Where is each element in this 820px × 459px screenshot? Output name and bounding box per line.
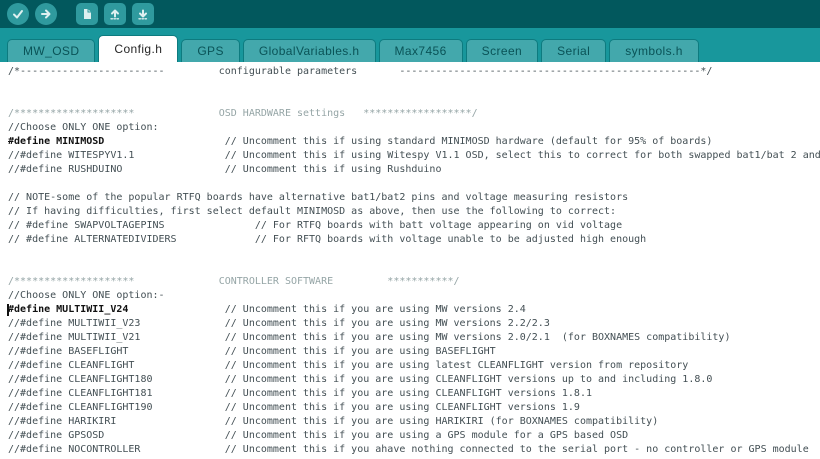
tab-config-h[interactable]: Config.h <box>98 35 178 62</box>
code-line: //#define CLEANFLIGHT180 // Uncomment th… <box>8 373 820 387</box>
code-line <box>8 261 820 275</box>
code-line <box>8 79 820 93</box>
code-line: //#define MULTIWII_V23 // Uncomment this… <box>8 317 820 331</box>
tab-gps[interactable]: GPS <box>181 39 240 62</box>
code-line: /******************** OSD HARDWARE setti… <box>8 107 820 121</box>
tab-globalvariables-h[interactable]: GlobalVariables.h <box>243 39 376 62</box>
code-line: //#define CLEANFLIGHT // Uncomment this … <box>8 359 820 373</box>
text-caret <box>7 304 9 316</box>
code-line <box>8 247 820 261</box>
upload-button[interactable] <box>35 3 57 25</box>
code-line: //#define NOCONTROLLER // Uncomment this… <box>8 443 820 457</box>
code-line: //Choose ONLY ONE option: <box>8 121 820 135</box>
save-button[interactable] <box>132 3 154 25</box>
document-icon <box>80 7 94 21</box>
new-sketch-button[interactable] <box>76 3 98 25</box>
code-line: //#define GPSOSD // Uncomment this if yo… <box>8 429 820 443</box>
code-line <box>8 177 820 191</box>
code-line: //Choose ONLY ONE option:- <box>8 289 820 303</box>
tab-symbols-h[interactable]: symbols.h <box>609 39 699 62</box>
code-line: // If having difficulties, first select … <box>8 205 820 219</box>
code-line: // #define ALTERNATEDIVIDERS // For RFTQ… <box>8 233 820 247</box>
code-area: /*------------------------ configurable … <box>0 62 820 457</box>
code-line: //#define CLEANFLIGHT181 // Uncomment th… <box>8 387 820 401</box>
open-button[interactable] <box>104 3 126 25</box>
code-line: //#define CLEANFLIGHT190 // Uncomment th… <box>8 401 820 415</box>
code-line <box>8 93 820 107</box>
code-line: #define MULTIWII_V24 // Uncomment this i… <box>8 303 820 317</box>
tab-mw-osd[interactable]: MW_OSD <box>7 39 95 62</box>
toolbar <box>0 0 820 28</box>
code-line: //#define BASEFLIGHT // Uncomment this i… <box>8 345 820 359</box>
code-line: //#define RUSHDUINO // Uncomment this if… <box>8 163 820 177</box>
tab-bar: MW_OSDConfig.hGPSGlobalVariables.hMax745… <box>0 28 820 62</box>
code-line: // #define SWAPVOLTAGEPINS // For RTFQ b… <box>8 219 820 233</box>
check-icon <box>11 7 25 21</box>
code-line: #define MINIMOSD // Uncomment this if us… <box>8 135 820 149</box>
tab-serial[interactable]: Serial <box>541 39 606 62</box>
arrow-right-icon <box>39 7 53 21</box>
code-line: //#define WITESPYV1.1 // Uncomment this … <box>8 149 820 163</box>
tab-max7456[interactable]: Max7456 <box>379 39 463 62</box>
verify-button[interactable] <box>7 3 29 25</box>
arduino-ide-window: MW_OSDConfig.hGPSGlobalVariables.hMax745… <box>0 0 820 459</box>
code-line: //#define MULTIWII_V21 // Uncomment this… <box>8 331 820 345</box>
code-line: // NOTE-some of the popular RTFQ boards … <box>8 191 820 205</box>
tab-screen[interactable]: Screen <box>466 39 538 62</box>
code-line: //#define HARIKIRI // Uncomment this if … <box>8 415 820 429</box>
arrow-up-tray-icon <box>108 7 122 21</box>
code-editor[interactable]: /*------------------------ configurable … <box>0 62 820 459</box>
code-line: /******************** CONTROLLER SOFTWAR… <box>8 275 820 289</box>
arrow-down-tray-icon <box>136 7 150 21</box>
code-line: /*------------------------ configurable … <box>8 65 820 79</box>
